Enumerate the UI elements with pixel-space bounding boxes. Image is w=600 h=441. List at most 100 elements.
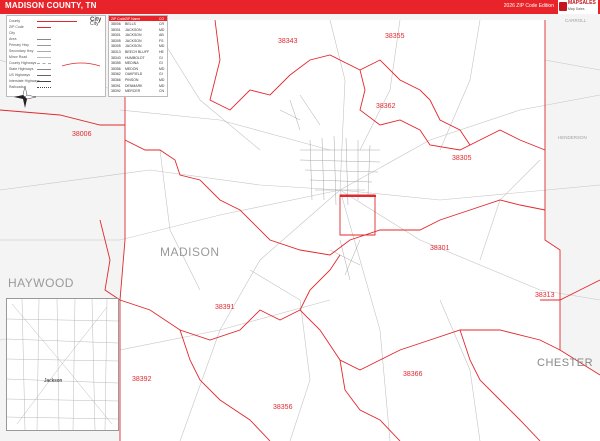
inset-map-streets: [6, 298, 119, 431]
zip-label: 38355: [385, 33, 405, 40]
table-row: 38343 HUMBOLDT GI: [109, 56, 167, 60]
legend-swatch: [37, 27, 51, 28]
compass-rose-icon: [14, 86, 36, 108]
table-cell-name: MEDON: [125, 66, 139, 71]
legend-row: Area: [9, 37, 17, 41]
table-cell-zip: 38356: [111, 66, 121, 71]
inset-city-label: Jackson: [44, 378, 63, 384]
table-cell-co: MD: [159, 78, 165, 82]
table-cell-zip: 38006: [111, 22, 121, 26]
table-row: 38356 MEDON MD: [109, 67, 167, 71]
table-cell-name: MEDINA: [125, 61, 139, 66]
madison-county-fill: [120, 20, 600, 441]
table-cell-co: FS: [159, 38, 164, 43]
table-cell-name: BEECH BLUFF: [125, 50, 150, 54]
table-cell-co: MD: [159, 27, 165, 32]
zip-label: 38305: [452, 155, 472, 162]
map-legend: City City County ZIP Code City Area Prim…: [6, 15, 106, 97]
county-label-haywood: HAYWOOD: [8, 276, 74, 290]
table-cell-zip: 38362: [111, 72, 121, 77]
table-cell-name: DENMARK: [125, 83, 143, 88]
table-row: 38391 DENMARK MD: [109, 84, 167, 88]
legend-swatch: [37, 75, 51, 76]
legend-row: County Highways: [9, 61, 37, 65]
inset-map: [6, 298, 119, 431]
table-row: 38006 BELLS CR: [109, 22, 167, 26]
table-cell-co: GI: [159, 61, 163, 66]
table-cell-co: GI: [159, 72, 163, 77]
zip-code-table: ZIP Code ZIP Name CO 38006 BELLS CR 38301 JA…: [108, 15, 168, 97]
legend-swatch: [37, 63, 51, 64]
legend-swatch: [37, 51, 51, 52]
logo-brand: MAPSALES: [568, 0, 596, 6]
legend-swatch: [37, 45, 51, 46]
table-cell-name: MERCER: [125, 89, 141, 94]
city-key: City City: [90, 17, 101, 27]
county-label-carroll: CARROLL: [565, 18, 587, 23]
zip-label: 38391: [215, 304, 235, 311]
legend-row: Minor Road: [9, 55, 28, 59]
table-cell-zip: 38301: [111, 33, 121, 38]
table-row: 38301 JACKSON AB: [109, 33, 167, 37]
map-title: MADISON COUNTY, TN: [5, 1, 97, 10]
table-cell-co: MD: [159, 66, 165, 71]
edition-label: 2026 ZIP Code Edition: [503, 3, 554, 9]
table-cell-zip: 38301: [111, 27, 121, 32]
legend-row: State Highways: [9, 67, 34, 71]
legend-swatch: [37, 69, 51, 70]
county-label-madison: MADISON: [160, 245, 220, 259]
legend-row: US Highways: [9, 73, 31, 77]
table-cell-zip: 38366: [111, 78, 121, 82]
table-cell-co: GI: [159, 55, 163, 60]
zip-label: 38313: [535, 292, 555, 299]
table-header-cell: ZIP Code: [111, 16, 126, 21]
legend-swatch: [37, 21, 77, 22]
zip-label: 38356: [273, 404, 293, 411]
table-cell-name: BELLS: [125, 22, 136, 26]
legend-row: Secondary Hwy: [9, 49, 34, 53]
table-cell-co: MD: [159, 83, 165, 88]
table-cell-co: MD: [159, 44, 165, 49]
table-cell-name: PINSON: [125, 78, 139, 82]
map-canvas: MADISON COUNTY, TN 2026 ZIP Code Edition…: [0, 0, 600, 441]
table-row: 38392 MERCER CN: [109, 89, 167, 93]
table-cell-name: JACKSON: [125, 27, 142, 32]
legend-swatch: [37, 39, 51, 40]
county-label-henderson: HENDERSON: [558, 135, 587, 140]
zip-label: 38392: [132, 376, 152, 383]
title-bar: MADISON COUNTY, TN 2026 ZIP Code Edition: [0, 0, 600, 14]
zip-label: 38343: [278, 38, 298, 45]
county-label-chester: CHESTER: [537, 357, 594, 369]
legend-row: Interstate Highways: [9, 79, 40, 83]
legend-swatch: [37, 81, 51, 82]
table-row: 38305 JACKSON FS: [109, 39, 167, 43]
table-cell-co: CN: [159, 89, 165, 94]
table-cell-name: HUMBOLDT: [125, 55, 145, 60]
legend-row: ZIP Code: [9, 25, 24, 29]
table-row: 38313 BEECH BLUFF HE: [109, 50, 167, 54]
brand-logo: MAPSALES Map Sales: [558, 0, 598, 14]
table-cell-co: CR: [159, 22, 165, 26]
table-row: 38355 MEDINA GI: [109, 61, 167, 65]
legend-row: County: [9, 19, 21, 23]
table-header: ZIP Code ZIP Name CO: [109, 16, 167, 21]
city-highlight: [340, 195, 376, 197]
zip-label: 38366: [403, 371, 423, 378]
scale-bar: [62, 62, 100, 67]
table-cell-co: HE: [159, 50, 164, 54]
table-cell-name: JACKSON: [125, 38, 142, 43]
table-cell-zip: 38343: [111, 55, 121, 60]
table-cell-name: JACKSON: [125, 33, 142, 38]
table-cell-co: AB: [159, 33, 164, 38]
table-row: 38305 JACKSON MD: [109, 44, 167, 48]
logo-mark-icon: [559, 2, 567, 11]
table-header-cell: CO: [159, 16, 165, 21]
table-cell-zip: 38305: [111, 38, 121, 43]
table-cell-zip: 38392: [111, 89, 121, 94]
table-cell-name: OAKFIELD: [125, 72, 143, 77]
table-header-cell: ZIP Name: [125, 16, 141, 21]
legend-row: Primary Hwy: [9, 43, 29, 47]
zip-label: 38301: [430, 245, 450, 252]
zip-label: 38362: [376, 103, 396, 110]
legend-swatch: [37, 57, 51, 58]
